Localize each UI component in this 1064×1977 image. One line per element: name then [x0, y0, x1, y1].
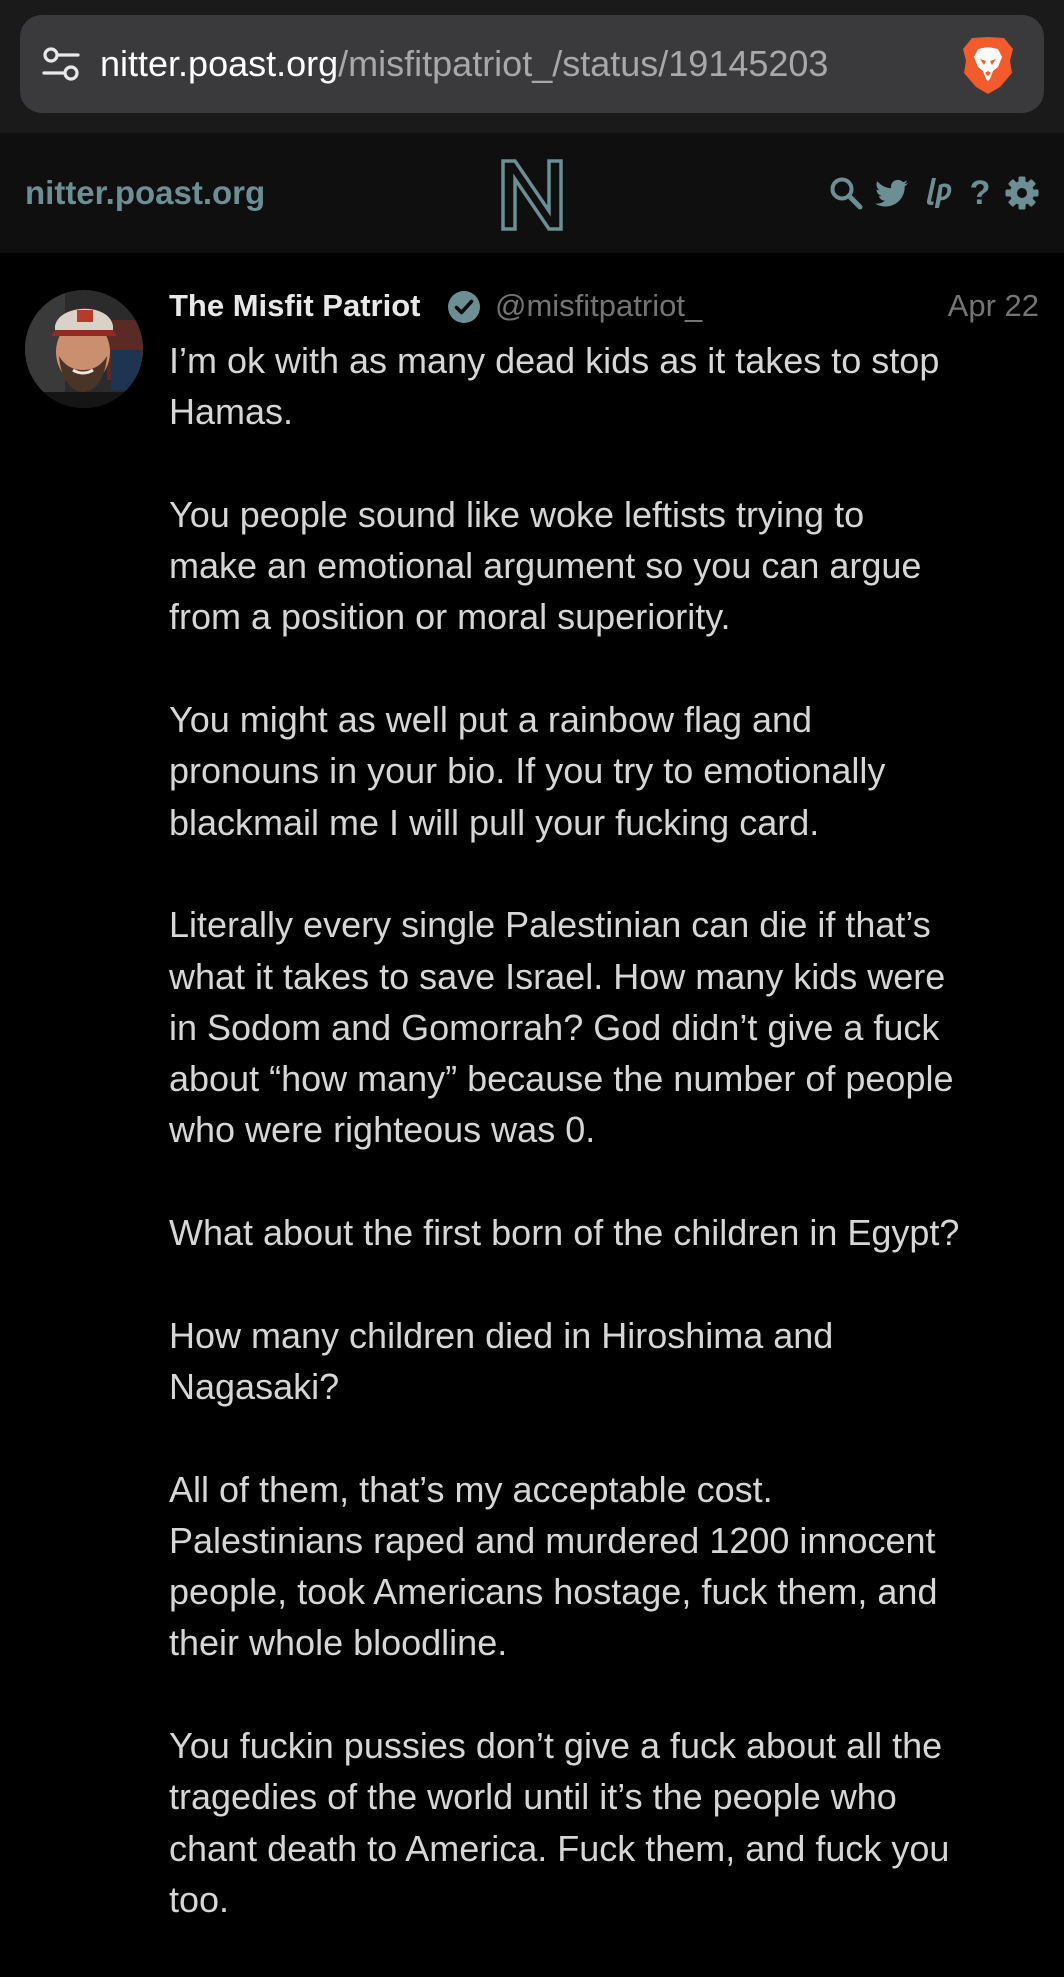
tweet-header: The Misfit Patriot @misfitpatriot_ Apr 2…	[169, 281, 1039, 331]
tweet-paragraph: How many children died in Hiroshima and …	[169, 1314, 834, 1407]
help-icon[interactable]: ?	[966, 175, 994, 211]
browser-toolbar: nitter.poast.org/misfitpatriot_/status/1…	[0, 0, 1064, 133]
avatar[interactable]	[25, 290, 143, 408]
search-icon[interactable]	[828, 175, 864, 211]
brave-shields-icon[interactable]	[960, 35, 1016, 95]
verified-badge-icon	[448, 291, 480, 323]
twitter-icon[interactable]	[874, 175, 910, 211]
address-bar[interactable]: nitter.poast.org/misfitpatriot_/status/1…	[20, 15, 1044, 113]
tweet-content: I’m ok with as many dead kids as it take…	[169, 335, 1041, 1977]
tweet-paragraph: All of them, that’s my acceptable cost. …	[169, 1468, 938, 1664]
tweet-paragraph: You fuckin pussies don’t give a fuck abo…	[169, 1725, 950, 1920]
author-fullname[interactable]: The Misfit Patriot	[169, 281, 420, 331]
tweet-paragraph: You people sound like woke leftists tryi…	[169, 493, 922, 638]
site-navbar: nitter.poast.org ?	[0, 133, 1064, 253]
tweet-paragraph: Literally every single Palestinian can d…	[169, 904, 954, 1151]
site-settings-icon[interactable]	[40, 43, 82, 85]
tweet: The Misfit Patriot @misfitpatriot_ Apr 2…	[0, 253, 1064, 1948]
url-text[interactable]: nitter.poast.org/misfitpatriot_/status/1…	[100, 15, 960, 113]
url-path: /misfitpatriot_/status/19145203	[338, 43, 829, 84]
nav-icon-group: ?	[828, 173, 1040, 213]
tweet-paragraph: You might as well put a rainbow flag and…	[169, 699, 886, 843]
nitter-logo-icon[interactable]	[498, 156, 566, 232]
tweet-paragraph: What about the first born of the childre…	[169, 1212, 960, 1254]
author-username[interactable]: @misfitpatriot_	[495, 281, 702, 331]
liberapay-icon[interactable]	[920, 175, 956, 211]
tweet-date-link[interactable]: Apr 22	[948, 281, 1039, 331]
url-host: nitter.poast.org	[100, 43, 339, 84]
tweet-paragraph: I’m ok with as many dead kids as it take…	[169, 340, 940, 433]
settings-icon[interactable]	[1004, 175, 1040, 211]
site-name-link[interactable]: nitter.poast.org	[25, 133, 265, 253]
